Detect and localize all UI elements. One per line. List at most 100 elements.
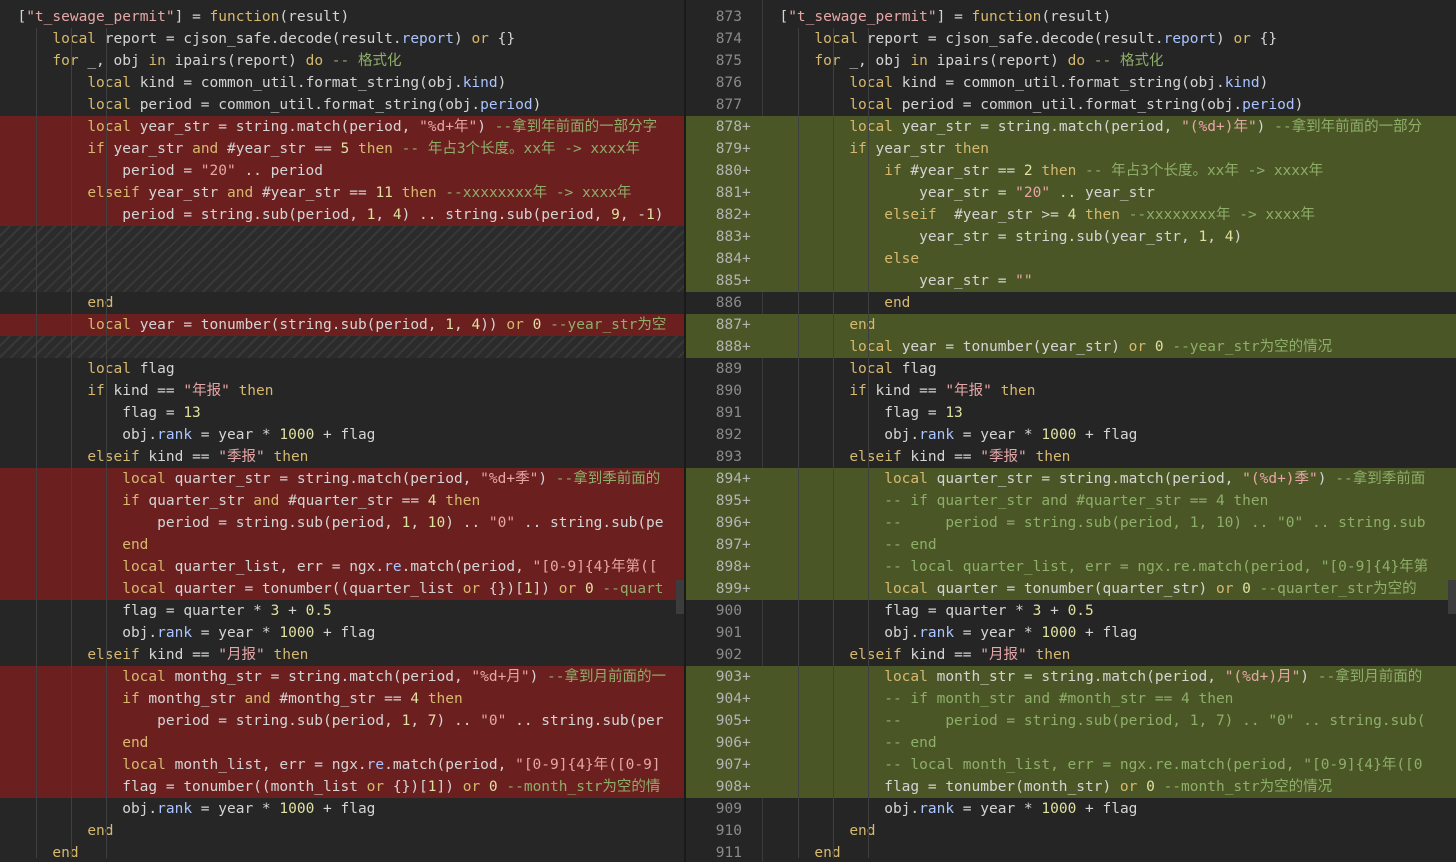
code-line[interactable]: 911 end: [686, 842, 1456, 862]
change-marker: +: [742, 537, 751, 553]
code-text: period = "20" .. period: [0, 163, 324, 179]
code-line[interactable]: flag = 13: [0, 402, 684, 424]
code-line[interactable]: flag = quarter * 3 + 0.5: [0, 600, 684, 622]
code-line[interactable]: 902 elseif kind == "月报" then: [686, 644, 1456, 666]
code-text: flag = 13: [762, 405, 963, 421]
deleted-code-line[interactable]: local year_str = string.match(period, "%…: [0, 116, 684, 138]
deleted-code-line[interactable]: local quarter_str = string.match(period,…: [0, 468, 684, 490]
code-text: for _, obj in ipairs(report) do -- 格式化: [52, 53, 402, 69]
code-text: obj.rank = year * 1000 + flag: [762, 427, 1138, 443]
deleted-code-line[interactable]: elseif year_str and #year_str == 11 then…: [0, 182, 684, 204]
deleted-code-line[interactable]: period = string.sub(period, 1, 10) .. "0…: [0, 512, 684, 534]
deleted-code-line[interactable]: if year_str and #year_str == 5 then -- 年…: [0, 138, 684, 160]
code-line[interactable]: 900 flag = quarter * 3 + 0.5: [686, 600, 1456, 622]
code-line[interactable]: 876 local kind = common_util.format_stri…: [686, 72, 1456, 94]
added-code-line[interactable]: 879 + if year_str then: [686, 138, 1456, 160]
code-line[interactable]: local period = common_util.format_string…: [0, 94, 684, 116]
code-line[interactable]: end: [0, 820, 684, 842]
code-line[interactable]: obj.rank = year * 1000 + flag: [0, 622, 684, 644]
diff-filler-line[interactable]: [0, 270, 684, 292]
added-code-line[interactable]: 895 + -- if quarter_str and #quarter_str …: [686, 490, 1456, 512]
deleted-code-line[interactable]: flag = tonumber((month_list or {})[1]) o…: [0, 776, 684, 798]
code-line[interactable]: 874 local report = cjson_safe.decode(res…: [686, 28, 1456, 50]
code-line[interactable]: end: [0, 292, 684, 314]
deleted-code-line[interactable]: local year = tonumber(string.sub(period,…: [0, 314, 684, 336]
added-code-line[interactable]: 896 + -- period = string.sub(period, 1, 1…: [686, 512, 1456, 534]
scrollbar-thumb[interactable]: [1448, 580, 1456, 614]
line-number: 879: [715, 141, 742, 157]
deleted-code-line[interactable]: if quarter_str and #quarter_str == 4 the…: [0, 490, 684, 512]
code-line[interactable]: 910 end: [686, 820, 1456, 842]
code-line[interactable]: 875 for _, obj in ipairs(report) do -- 格…: [686, 50, 1456, 72]
deleted-code-line[interactable]: local quarter = tonumber((quarter_list o…: [0, 578, 684, 600]
deleted-code-line[interactable]: period = string.sub(period, 1, 7) .. "0"…: [0, 710, 684, 732]
code-text: -- local quarter_list, err = ngx.re.matc…: [884, 559, 1429, 575]
added-code-line[interactable]: 906 + -- end: [686, 732, 1456, 754]
change-marker: +: [742, 471, 751, 487]
code-line[interactable]: obj.rank = year * 1000 + flag: [0, 798, 684, 820]
code-text: -- period = string.sub(period, 1, 7) .. …: [884, 713, 1426, 729]
code-line[interactable]: local kind = common_util.format_string(o…: [0, 72, 684, 94]
code-line[interactable]: 892 obj.rank = year * 1000 + flag: [686, 424, 1456, 446]
added-code-line[interactable]: 894 + local quarter_str = string.match(pe…: [686, 468, 1456, 490]
deleted-code-line[interactable]: end: [0, 534, 684, 556]
code-line[interactable]: ["t_sewage_permit"] = function(result): [0, 6, 684, 28]
added-code-line[interactable]: 888 + local year = tonumber(year_str) or …: [686, 336, 1456, 358]
code-line[interactable]: 889 local flag: [686, 358, 1456, 380]
deleted-code-line[interactable]: period = string.sub(period, 1, 4) .. str…: [0, 204, 684, 226]
added-code-line[interactable]: 908 + flag = tonumber(month_str) or 0 --m…: [686, 776, 1456, 798]
code-text: obj.rank = year * 1000 + flag: [0, 625, 376, 641]
added-code-line[interactable]: 884 + else: [686, 248, 1456, 270]
added-code-line[interactable]: 898 + -- local quarter_list, err = ngx.re…: [686, 556, 1456, 578]
added-code-line[interactable]: 904 + -- if month_str and #month_str == 4…: [686, 688, 1456, 710]
code-line[interactable]: elseif kind == "月报" then: [0, 644, 684, 666]
code-line[interactable]: 893 elseif kind == "季报" then: [686, 446, 1456, 468]
added-code-line[interactable]: 905 + -- period = string.sub(period, 1, 7…: [686, 710, 1456, 732]
diff-filler-line[interactable]: [0, 248, 684, 270]
deleted-code-line[interactable]: local quarter_list, err = ngx.re.match(p…: [0, 556, 684, 578]
code-text: period = string.sub(period, 1, 4) .. str…: [0, 207, 664, 223]
deleted-code-line[interactable]: if monthg_str and #monthg_str == 4 then: [0, 688, 684, 710]
code-line[interactable]: if kind == "年报" then: [0, 380, 684, 402]
code-line[interactable]: end: [0, 842, 684, 862]
code-line[interactable]: 886 end: [686, 292, 1456, 314]
change-marker: +: [742, 493, 751, 509]
added-code-line[interactable]: 880 + if #year_str == 2 then -- 年占3个长度。xx…: [686, 160, 1456, 182]
code-line[interactable]: 873 ["t_sewage_permit"] = function(resul…: [686, 6, 1456, 28]
added-code-line[interactable]: 897 + -- end: [686, 534, 1456, 556]
code-text: flag = tonumber(month_str) or 0 --month_…: [762, 779, 1333, 795]
line-number: 899: [715, 581, 742, 597]
diff-filler-line[interactable]: [0, 226, 684, 248]
added-code-line[interactable]: 887 + end: [686, 314, 1456, 336]
deleted-code-line[interactable]: local monthg_str = string.match(period, …: [0, 666, 684, 688]
code-line[interactable]: 901 obj.rank = year * 1000 + flag: [686, 622, 1456, 644]
code-text: local year = tonumber(string.sub(period,…: [87, 317, 667, 333]
scrollbar-thumb[interactable]: [676, 580, 684, 614]
added-code-line[interactable]: 882 + elseif #year_str >= 4 then --xxxxxx…: [686, 204, 1456, 226]
added-code-line[interactable]: 878 + local year_str = string.match(perio…: [686, 116, 1456, 138]
added-code-line[interactable]: 881 + year_str = "20" .. year_str: [686, 182, 1456, 204]
code-text: end: [87, 823, 114, 839]
code-line[interactable]: elseif kind == "季报" then: [0, 446, 684, 468]
deleted-code-line[interactable]: period = "20" .. period: [0, 160, 684, 182]
right-diff-pane[interactable]: 873 ["t_sewage_permit"] = function(resul…: [686, 0, 1456, 862]
added-code-line[interactable]: 907 + -- local month_list, err = ngx.re.m…: [686, 754, 1456, 776]
added-code-line[interactable]: 899 + local quarter = tonumber(quarter_st…: [686, 578, 1456, 600]
added-code-line[interactable]: 885 + year_str = "": [686, 270, 1456, 292]
added-code-line[interactable]: 903 + local month_str = string.match(peri…: [686, 666, 1456, 688]
line-number: 910: [715, 823, 742, 839]
code-line[interactable]: obj.rank = year * 1000 + flag: [0, 424, 684, 446]
code-line[interactable]: 909 obj.rank = year * 1000 + flag: [686, 798, 1456, 820]
code-line[interactable]: for _, obj in ipairs(report) do -- 格式化: [0, 50, 684, 72]
left-diff-pane[interactable]: ["t_sewage_permit"] = function(result) l…: [0, 0, 684, 862]
diff-filler-line[interactable]: [0, 336, 684, 358]
deleted-code-line[interactable]: end: [0, 732, 684, 754]
added-code-line[interactable]: 883 + year_str = string.sub(year_str, 1, …: [686, 226, 1456, 248]
code-line[interactable]: 890 if kind == "年报" then: [686, 380, 1456, 402]
code-text: local period = common_util.format_string…: [849, 97, 1304, 113]
code-line[interactable]: 891 flag = 13: [686, 402, 1456, 424]
code-line[interactable]: 877 local period = common_util.format_st…: [686, 94, 1456, 116]
code-line[interactable]: local flag: [0, 358, 684, 380]
code-line[interactable]: local report = cjson_safe.decode(result.…: [0, 28, 684, 50]
deleted-code-line[interactable]: local month_list, err = ngx.re.match(per…: [0, 754, 684, 776]
